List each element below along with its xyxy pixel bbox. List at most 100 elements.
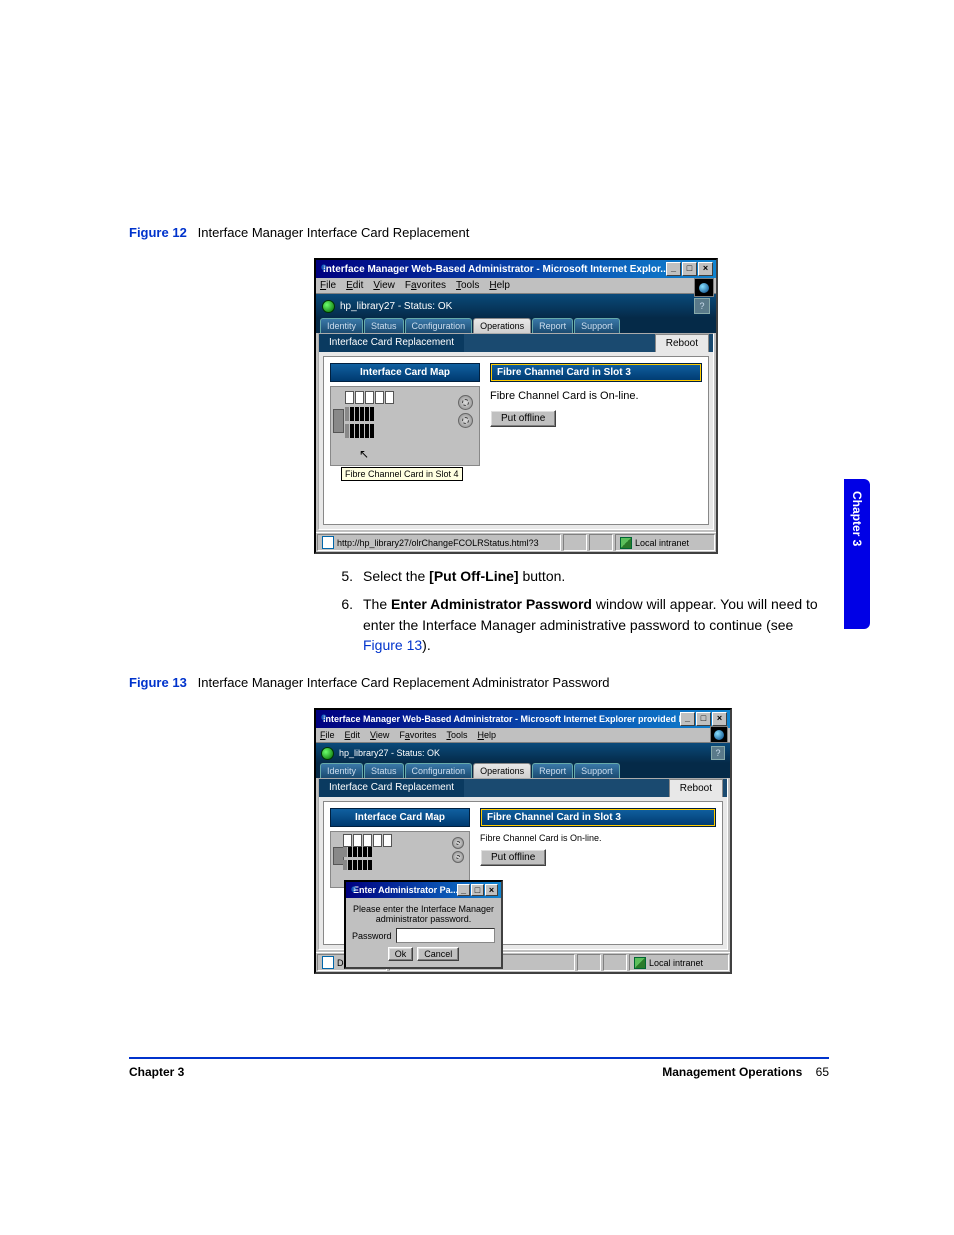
help-icon[interactable]: ?: [711, 746, 725, 760]
gear-icon-1: [452, 837, 464, 849]
subtab-interface-card-replacement[interactable]: Interface Card Replacement: [319, 334, 464, 352]
minimize-button[interactable]: _: [666, 262, 681, 276]
figure-12-label: Figure 12: [129, 225, 187, 240]
help-icon[interactable]: ?: [694, 298, 710, 314]
menu-favorites[interactable]: Favorites: [405, 280, 446, 291]
dialog-cancel-button[interactable]: Cancel: [417, 947, 459, 961]
content-area: Interface Card Replacement Reboot Interf…: [318, 778, 728, 950]
status-bar: http://hp_library27/olrChangeFCOLRStatus…: [316, 532, 716, 552]
tab-operations[interactable]: Operations: [473, 763, 531, 778]
maximize-button[interactable]: □: [696, 712, 711, 726]
close-button[interactable]: ×: [698, 262, 713, 276]
status-url: http://hp_library27/olrChangeFCOLRStatus…: [337, 538, 539, 548]
menu-tools[interactable]: Tools: [456, 280, 479, 291]
dialog-title: Enter Administrator Pa...: [353, 885, 457, 895]
tab-identity[interactable]: Identity: [320, 318, 363, 333]
browser-window-2: Interface Manager Web-Based Administrato…: [314, 708, 732, 974]
menubar: FFileile Edit View Favorites Tools Help: [316, 278, 716, 294]
interface-card-map[interactable]: ↖ Fibre Channel Card in Slot 4: [330, 386, 480, 466]
map-column: Interface Card Map ↖ Fibre Channel Card …: [330, 363, 480, 518]
status-led-icon: [321, 747, 334, 760]
status-led-icon: [322, 300, 335, 313]
dialog-maximize[interactable]: □: [471, 884, 484, 896]
dialog-minimize[interactable]: _: [457, 884, 470, 896]
detail-header: Fibre Channel Card in Slot 3: [490, 363, 702, 382]
page-icon: [322, 536, 334, 549]
gear-icon-1: [458, 395, 473, 410]
menu-edit[interactable]: Edit: [345, 730, 361, 740]
tab-report[interactable]: Report: [532, 763, 573, 778]
step-list: 5. Select the [Put Off-Line] button. 6. …: [329, 566, 829, 655]
app-status-text: hp_library27 - Status: OK: [340, 301, 452, 312]
minimize-button[interactable]: _: [680, 712, 695, 726]
menubar: File Edit View Favorites Tools Help: [316, 728, 730, 743]
titlebar: Interface Manager Web-Based Administrato…: [316, 710, 730, 728]
dialog-message: Please enter the Interface Manager admin…: [352, 904, 495, 924]
step-6: 6. The Enter Administrator Password wind…: [329, 594, 829, 655]
titlebar: Interface Manager Web-Based Administrato…: [316, 260, 716, 278]
map-header: Interface Card Map: [330, 808, 470, 827]
tab-status[interactable]: Status: [364, 763, 404, 778]
footer-left: Chapter 3: [129, 1065, 184, 1079]
close-button[interactable]: ×: [712, 712, 727, 726]
dialog-close[interactable]: ×: [485, 884, 498, 896]
gear-icon-2: [452, 851, 464, 863]
tab-report[interactable]: Report: [532, 318, 573, 333]
tabs-row: Identity Status Configuration Operations…: [316, 763, 730, 778]
map-tooltip: Fibre Channel Card in Slot 4: [341, 467, 463, 481]
status-text: Fibre Channel Card is On-line.: [490, 390, 702, 402]
map-header: Interface Card Map: [330, 363, 480, 382]
step-5: 5. Select the [Put Off-Line] button.: [329, 566, 829, 586]
subtab-reboot[interactable]: Reboot: [655, 334, 709, 352]
tab-support[interactable]: Support: [574, 763, 620, 778]
put-offline-button[interactable]: Put offline: [490, 410, 556, 427]
figure-13-link[interactable]: Figure 13: [363, 637, 422, 653]
detail-column: Fibre Channel Card in Slot 3 Fibre Chann…: [490, 363, 702, 518]
throbber-icon: [710, 726, 728, 743]
status-zone: Local intranet: [635, 538, 689, 548]
gear-icon-2: [458, 413, 473, 428]
status-text: Fibre Channel Card is On-line.: [480, 833, 716, 843]
figure-13-text: Interface Manager Interface Card Replace…: [198, 675, 610, 690]
figure-13-caption: Figure 13 Interface Manager Interface Ca…: [129, 675, 829, 690]
window-title: Interface Manager Web-Based Administrato…: [323, 714, 680, 724]
subtab-reboot[interactable]: Reboot: [669, 779, 723, 797]
zone-icon: [634, 957, 646, 969]
menu-file[interactable]: File: [320, 730, 335, 740]
tabs-row: Identity Status Configuration Operations…: [316, 318, 716, 333]
menu-file[interactable]: FFileile: [320, 280, 336, 291]
tab-identity[interactable]: Identity: [320, 763, 363, 778]
footer-right: Management Operations 65: [662, 1065, 829, 1079]
menu-edit[interactable]: Edit: [346, 280, 363, 291]
content-area: Interface Card Replacement Reboot Interf…: [318, 333, 714, 530]
menu-view[interactable]: View: [370, 730, 389, 740]
menu-help[interactable]: Help: [489, 280, 510, 291]
window-title: Interface Manager Web-Based Administrato…: [323, 264, 666, 275]
password-field[interactable]: [396, 928, 495, 943]
tab-status[interactable]: Status: [364, 318, 404, 333]
figure-12-text: Interface Manager Interface Card Replace…: [198, 225, 470, 240]
zone-icon: [620, 537, 632, 549]
subtab-interface-card-replacement[interactable]: Interface Card Replacement: [319, 779, 464, 797]
cursor-icon: ↖: [359, 447, 369, 461]
tab-configuration[interactable]: Configuration: [405, 318, 473, 333]
tab-configuration[interactable]: Configuration: [405, 763, 473, 778]
detail-column: Fibre Channel Card in Slot 3 Fibre Chann…: [480, 808, 716, 938]
throbber-icon: [694, 278, 714, 297]
maximize-button[interactable]: □: [682, 262, 697, 276]
menu-view[interactable]: View: [373, 280, 395, 291]
detail-header: Fibre Channel Card in Slot 3: [480, 808, 716, 827]
figure-13-label: Figure 13: [129, 675, 187, 690]
menu-help[interactable]: Help: [477, 730, 496, 740]
menu-favorites[interactable]: Favorites: [399, 730, 436, 740]
chapter-side-tab: Chapter 3: [844, 479, 870, 629]
dialog-ok-button[interactable]: Ok: [388, 947, 414, 961]
menu-tools[interactable]: Tools: [446, 730, 467, 740]
tab-support[interactable]: Support: [574, 318, 620, 333]
put-offline-button[interactable]: Put offline: [480, 849, 546, 866]
status-zone: Local intranet: [649, 958, 703, 968]
password-label: Password: [352, 931, 392, 941]
tab-operations[interactable]: Operations: [473, 318, 531, 333]
browser-window-1: Interface Manager Web-Based Administrato…: [314, 258, 718, 554]
figure-12-caption: Figure 12 Interface Manager Interface Ca…: [129, 225, 829, 240]
